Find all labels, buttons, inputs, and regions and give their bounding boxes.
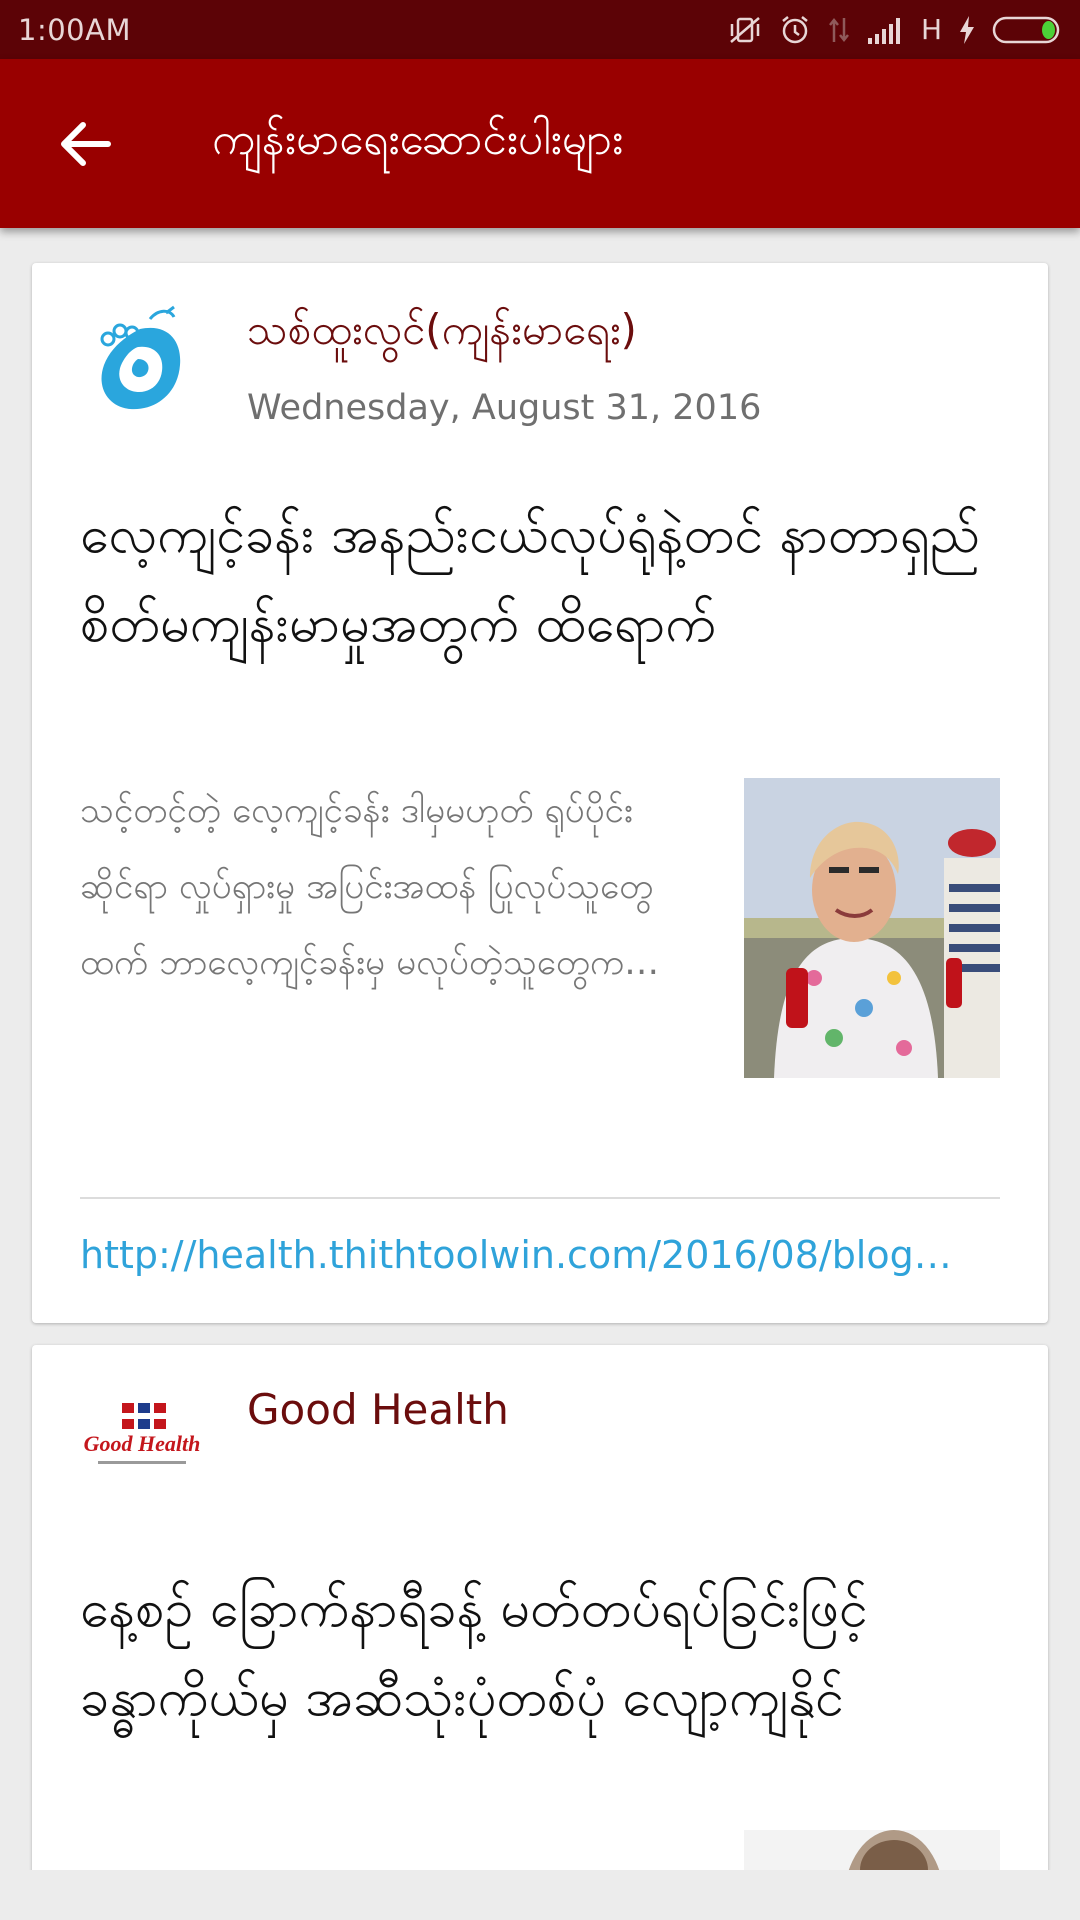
article-excerpt: သင့်တင့်တဲ့ လေ့ကျင့်ခန်း ဒါမှမဟုတ် ရုပ်ပ… [80,791,660,983]
status-bar: 1:00AM H [0,0,1080,59]
article-feed[interactable]: သစ်ထူးလွင်(ကျန်းမာရေး) Wednesday, August… [0,228,1080,1870]
source-name[interactable]: သစ်ထူးလွင်(ကျန်းမာရေး) [247,303,637,365]
network-type: H [920,13,942,46]
article-title[interactable]: လေ့ကျင့်ခန်း အနည်းငယ်လုပ်ရုံနဲ့တင် နာတာရ… [80,491,1000,669]
article-card[interactable]: Good Health Good Health နေ့စဉ် ခြောက်နာရ… [32,1345,1048,1870]
article-card[interactable]: သစ်ထူးလွင်(ကျန်းမာရေး) Wednesday, August… [32,263,1048,1323]
source-logo: Good Health [80,1381,204,1505]
vibrate-off-icon [727,15,763,45]
article-thumbnail[interactable] [744,778,1000,1078]
app-bar: ကျန်းမာရေးဆောင်းပါးများ [0,59,1080,228]
status-icons: H [727,13,1062,46]
status-time: 1:00AM [18,12,131,47]
battery-icon [992,15,1062,45]
good-health-logo-text: Good Health [84,1431,201,1456]
page-title: ကျန်းမာရေးဆောင်းပါးများ [212,113,624,165]
charging-icon [958,15,976,45]
arrow-left-icon [61,121,111,166]
source-name[interactable]: Good Health [247,1385,509,1434]
divider [80,1197,1000,1199]
source-logo [80,299,204,423]
article-thumbnail[interactable] [744,1830,1000,1870]
data-arrows-icon [827,15,851,45]
article-link[interactable]: http://health.thithtoolwin.com/2016/08/b… [80,1233,1000,1277]
post-date: Wednesday, August 31, 2016 [247,388,762,428]
signal-icon [867,16,905,44]
alarm-icon [779,14,811,46]
back-button[interactable] [35,94,135,194]
bottom-strip [0,1870,1080,1920]
article-title[interactable]: နေ့စဉ် ခြောက်နာရီခန့် မတ်တပ်ရပ်ခြင်းဖြင့… [80,1565,1000,1743]
